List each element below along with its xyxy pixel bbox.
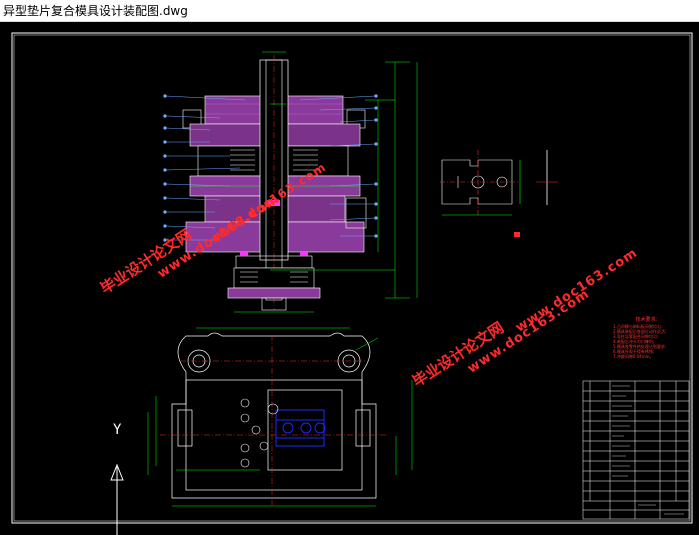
title-block-scribble (612, 385, 684, 515)
red-marker (514, 232, 520, 237)
drawing-canvas[interactable]: 毕业设计论文网 www.doc163.com www.doc163.com 毕业… (0, 22, 699, 535)
title-bar: 异型垫片复合模具设计装配图.dwg (0, 0, 699, 22)
window-title: 异型垫片复合模具设计装配图.dwg (3, 4, 188, 18)
note-line: 7.冲裁间隙0.04mm。 (613, 354, 654, 359)
plan-dimensions (147, 327, 413, 507)
ucs-y-label: Y (113, 422, 122, 438)
part-detail (440, 150, 521, 216)
plan-view (171, 332, 377, 499)
blue-die-insert (275, 409, 326, 447)
title-block (582, 380, 690, 520)
plan-holes (240, 398, 279, 468)
notes-heading: 技术要求： (635, 317, 661, 323)
ucs-icon (110, 463, 124, 535)
technical-requirements: 技术要求： 1.凸凹模与卸料板间隙均匀; 2.模具装配后各部位动作灵活; 3.导… (613, 317, 683, 360)
plan-centerlines (160, 335, 386, 505)
section-view (182, 55, 367, 311)
